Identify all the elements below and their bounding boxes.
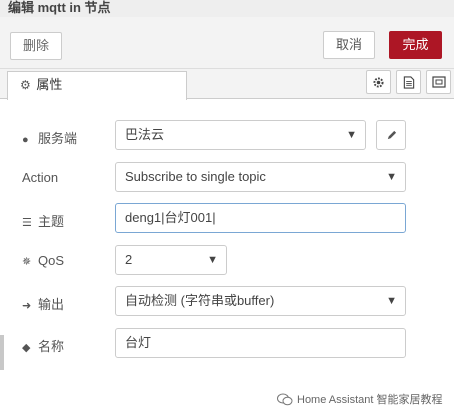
pencil-icon	[387, 130, 396, 139]
cancel-button[interactable]: 取消	[323, 31, 375, 59]
tab-properties-label: 属性	[36, 77, 63, 92]
server-select[interactable]: 巴法云 ▼	[115, 120, 366, 150]
tab-settings[interactable]	[366, 70, 391, 94]
topic-input[interactable]: deng1|台灯001|	[115, 203, 406, 233]
empire-icon: ✵	[22, 256, 32, 268]
output-select[interactable]: 自动检测 (字符串或buffer) ▼	[115, 286, 406, 316]
delete-button[interactable]: 删除	[10, 32, 62, 60]
topic-row: ☰ 主题 deng1|台灯001|	[0, 203, 454, 235]
qos-label: ✵ QoS	[22, 253, 65, 268]
topic-label: ☰ 主题	[22, 214, 65, 229]
qos-row: ✵ QoS 2 ▼	[0, 245, 454, 277]
sign-out-icon: ➜	[22, 300, 32, 312]
qos-select[interactable]: 2 ▼	[115, 245, 227, 275]
dialog-toolbar: 删除 取消 完成	[0, 17, 454, 69]
frame-icon	[431, 76, 446, 88]
list-icon: ☰	[22, 217, 32, 229]
server-row: ● 服务端 巴法云 ▼	[0, 120, 454, 152]
tab-bar: ⚙ 属性	[0, 69, 454, 100]
gear-icon	[373, 76, 384, 88]
name-label: ◆ 名称	[22, 339, 65, 354]
action-row: Action Subscribe to single topic ▼	[0, 162, 454, 194]
chevron-down-icon: ▼	[386, 295, 397, 307]
output-row: ➜ 输出 自动检测 (字符串或buffer) ▼	[0, 286, 454, 318]
document-icon	[403, 75, 414, 89]
chevron-down-icon: ▼	[386, 171, 397, 183]
edit-server-button[interactable]	[376, 120, 406, 150]
tag-icon: ◆	[22, 342, 31, 354]
tab-description[interactable]	[396, 70, 421, 94]
name-row: ◆ 名称 台灯	[0, 328, 454, 360]
watermark: Home Assistant 智能家居教程	[277, 391, 442, 407]
server-label: ● 服务端	[22, 131, 78, 146]
tab-properties[interactable]: ⚙ 属性	[7, 71, 187, 100]
output-label: ➜ 输出	[22, 297, 65, 312]
done-button[interactable]: 完成	[389, 31, 442, 59]
action-select[interactable]: Subscribe to single topic ▼	[115, 162, 406, 192]
name-input[interactable]: 台灯	[115, 328, 406, 358]
dialog-header: 编辑 mqtt in 节点	[0, 0, 454, 17]
tab-appearance[interactable]	[426, 70, 451, 94]
resize-handle[interactable]	[0, 335, 4, 370]
dialog-title: 编辑 mqtt in 节点	[8, 0, 111, 15]
globe-icon: ●	[22, 134, 29, 146]
gear-icon: ⚙	[20, 78, 31, 92]
chevron-down-icon: ▼	[346, 129, 357, 141]
action-label: Action	[22, 170, 59, 185]
chevron-down-icon: ▼	[207, 254, 218, 266]
wechat-icon	[277, 393, 293, 405]
